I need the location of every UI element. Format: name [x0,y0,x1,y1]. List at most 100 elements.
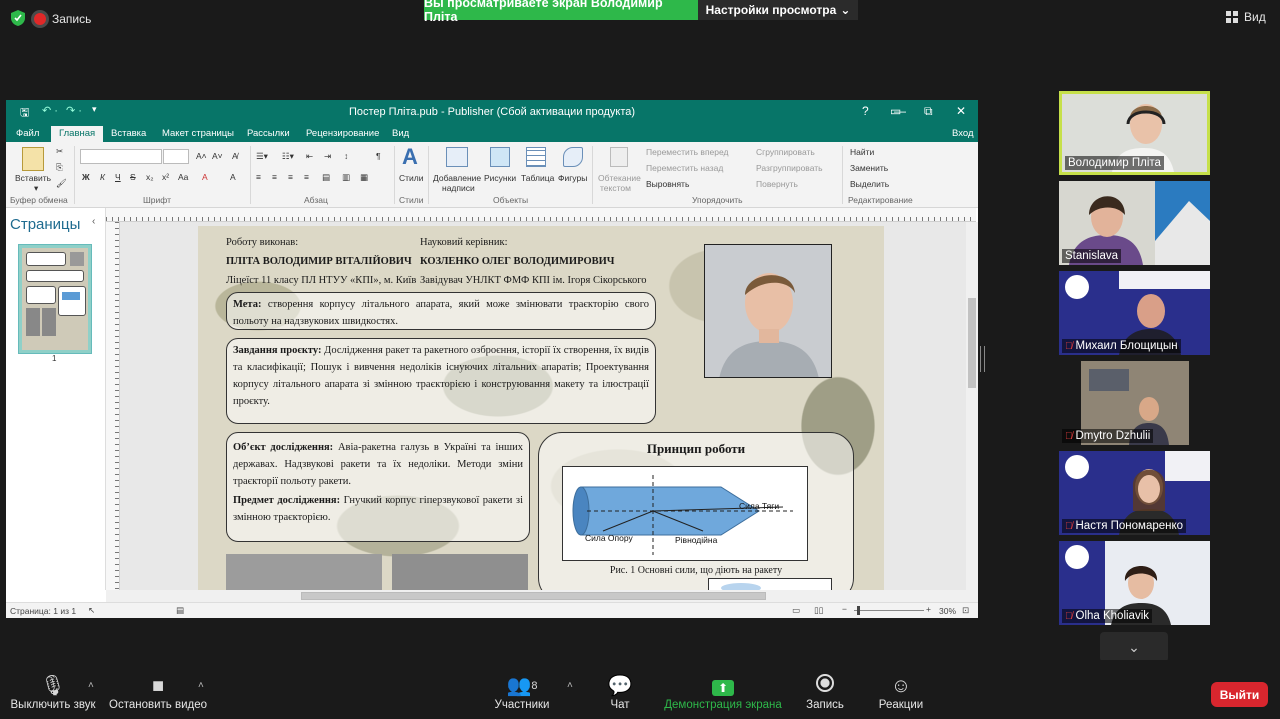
tab-page-layout[interactable]: Макет страницы [162,128,234,139]
tab-mailings[interactable]: Рассылки [247,128,290,139]
video-options-caret[interactable]: ˄ [198,680,204,691]
pictures-icon[interactable] [490,147,510,167]
two-page-view-icon[interactable]: ▯▯ [814,605,823,616]
underline-button[interactable]: Ч [115,172,121,182]
participant-tile[interactable]: Stanislava [1059,181,1210,265]
document-canvas[interactable]: Роботу виконав: ПЛІТА ВОЛОДИМИР ВІТАЛІЙО… [120,222,966,590]
shared-screen-publisher-window[interactable]: 🖫 ↶ · ↷ · ▾ Постер Пліта.pub - Publisher… [6,100,978,618]
leave-meeting-button[interactable]: Выйти [1211,682,1268,707]
security-shield-icon[interactable] [10,9,26,27]
participant-tile[interactable]: 🎙̸ Михаил Блощицын [1059,271,1210,355]
shading-icon[interactable]: ▦ [360,172,368,183]
close-icon[interactable]: ✕ [956,104,966,118]
clear-format-icon[interactable]: A̸ [232,151,238,161]
format-painter-icon[interactable]: 🖌 [56,178,67,189]
vertical-scrollbar[interactable] [966,222,978,590]
font-size-input[interactable] [163,149,189,164]
copy-icon[interactable]: ⎘ [56,162,63,173]
show-paragraph-marks-icon[interactable]: ¶ [376,151,381,161]
text-box-icon[interactable] [446,147,468,167]
zoom-slider-thumb[interactable] [857,606,860,615]
columns-icon[interactable]: ▥ [342,172,350,183]
record-button[interactable]: Запись [800,674,850,711]
paste-dropdown-icon[interactable]: ▾ [34,183,38,194]
send-backward-button[interactable]: Переместить назад [646,163,723,173]
table-button[interactable]: Таблица [521,173,554,183]
decrease-indent-icon[interactable]: ⇤ [306,151,313,162]
restore-icon[interactable]: ⧉ [924,104,933,119]
strikethrough-button[interactable]: S [130,172,136,182]
align-button[interactable]: Выровнять [646,179,689,189]
rotate-button[interactable]: Повернуть [756,179,798,189]
wrap-text-button[interactable]: Обтекание [598,173,641,183]
add-text-box-button[interactable]: Добавление [433,173,481,183]
line-spacing-icon[interactable]: ↕ [344,151,348,161]
stop-video-button[interactable]: ■ Остановить видео [108,674,208,711]
table-icon[interactable] [526,147,546,167]
reactions-button[interactable]: ☺ Реакции [874,674,928,711]
participant-tile[interactable]: 🎙̸ Dmytro Dzhulii [1059,361,1210,445]
bullets-icon[interactable]: ☰▾ [256,151,268,162]
group-button[interactable]: Сгруппировать [756,147,815,157]
chat-button[interactable]: 💬 Чат [600,674,640,711]
tab-review[interactable]: Рецензирование [306,128,379,139]
character-spacing-button[interactable]: A [230,172,236,182]
splitter-handle[interactable] [980,346,985,372]
paste-icon[interactable] [22,147,44,171]
participant-tile[interactable]: 🎙̸ Настя Пономаренко [1059,451,1210,535]
zoom-in-button[interactable]: + [926,604,931,614]
more-participants-button[interactable]: ⌄ [1100,632,1168,662]
find-button[interactable]: Найти [850,147,874,157]
zoom-slider[interactable] [854,610,924,611]
participant-tile[interactable]: 🎙̸ Olha Kholiavik [1059,541,1210,625]
wrap-text-icon[interactable] [610,147,628,167]
zoom-level[interactable]: 30% [939,606,956,616]
italic-button[interactable]: К [100,172,105,182]
shrink-font-icon[interactable]: A˅ [212,151,223,161]
font-color-button[interactable]: A [202,172,208,182]
replace-button[interactable]: Заменить [850,163,888,173]
cut-icon[interactable]: ✂ [56,146,63,157]
grow-font-icon[interactable]: A˄ [196,151,207,161]
font-name-input[interactable] [80,149,162,164]
bring-forward-button[interactable]: Переместить вперед [646,147,729,157]
shapes-icon[interactable] [563,147,583,167]
page-thumbnail[interactable] [18,244,92,354]
align-right-icon[interactable]: ≡ [288,172,293,182]
bold-button[interactable]: Ж [82,172,90,182]
align-left-icon[interactable]: ≡ [256,172,261,182]
recording-indicator[interactable]: Запись [34,9,91,29]
participant-tile[interactable]: Володимир Пліта [1059,91,1210,175]
zoom-out-button[interactable]: − [842,604,847,614]
change-case-button[interactable]: Aa [178,172,188,182]
audio-options-caret[interactable]: ˄ [88,680,94,691]
tab-view[interactable]: Вид [392,128,409,139]
sign-in-link[interactable]: Вход [952,128,974,139]
view-layout-button[interactable]: Вид [1226,10,1266,24]
select-button[interactable]: Выделить [850,179,889,189]
horizontal-scrollbar[interactable] [106,590,978,602]
distribute-icon[interactable]: ▤ [322,172,330,183]
single-page-view-icon[interactable]: ▭ [792,605,800,616]
share-screen-button[interactable]: ⬆ Демонстрация экрана [662,674,784,711]
pictures-button[interactable]: Рисунки [484,173,516,183]
styles-icon[interactable]: A [402,144,418,170]
fit-page-icon[interactable]: ⊡ [962,605,969,616]
shapes-button[interactable]: Фигуры [558,173,587,183]
tab-home[interactable]: Главная [51,126,104,142]
participants-options-caret[interactable]: ˄ [567,680,573,691]
poster-page[interactable]: Роботу виконав: ПЛІТА ВОЛОДИМИР ВІТАЛІЙО… [198,226,884,590]
align-center-icon[interactable]: ≡ [272,172,277,182]
minimize-icon[interactable]: — [894,104,906,118]
superscript-button[interactable]: x² [162,172,169,182]
ungroup-button[interactable]: Разгруппировать [756,163,823,173]
subscript-button[interactable]: x₂ [146,172,154,182]
participants-button[interactable]: 👥8 Участники [490,674,554,711]
tab-file[interactable]: Файл [16,128,39,139]
increase-indent-icon[interactable]: ⇥ [324,151,331,162]
collapse-pane-icon[interactable]: ‹ [92,216,95,227]
help-button[interactable]: ? [862,104,869,118]
styles-button[interactable]: Стили [399,173,424,183]
view-settings-dropdown[interactable]: Настройки просмотра ⌄ [698,0,858,20]
tab-insert[interactable]: Вставка [111,128,146,139]
